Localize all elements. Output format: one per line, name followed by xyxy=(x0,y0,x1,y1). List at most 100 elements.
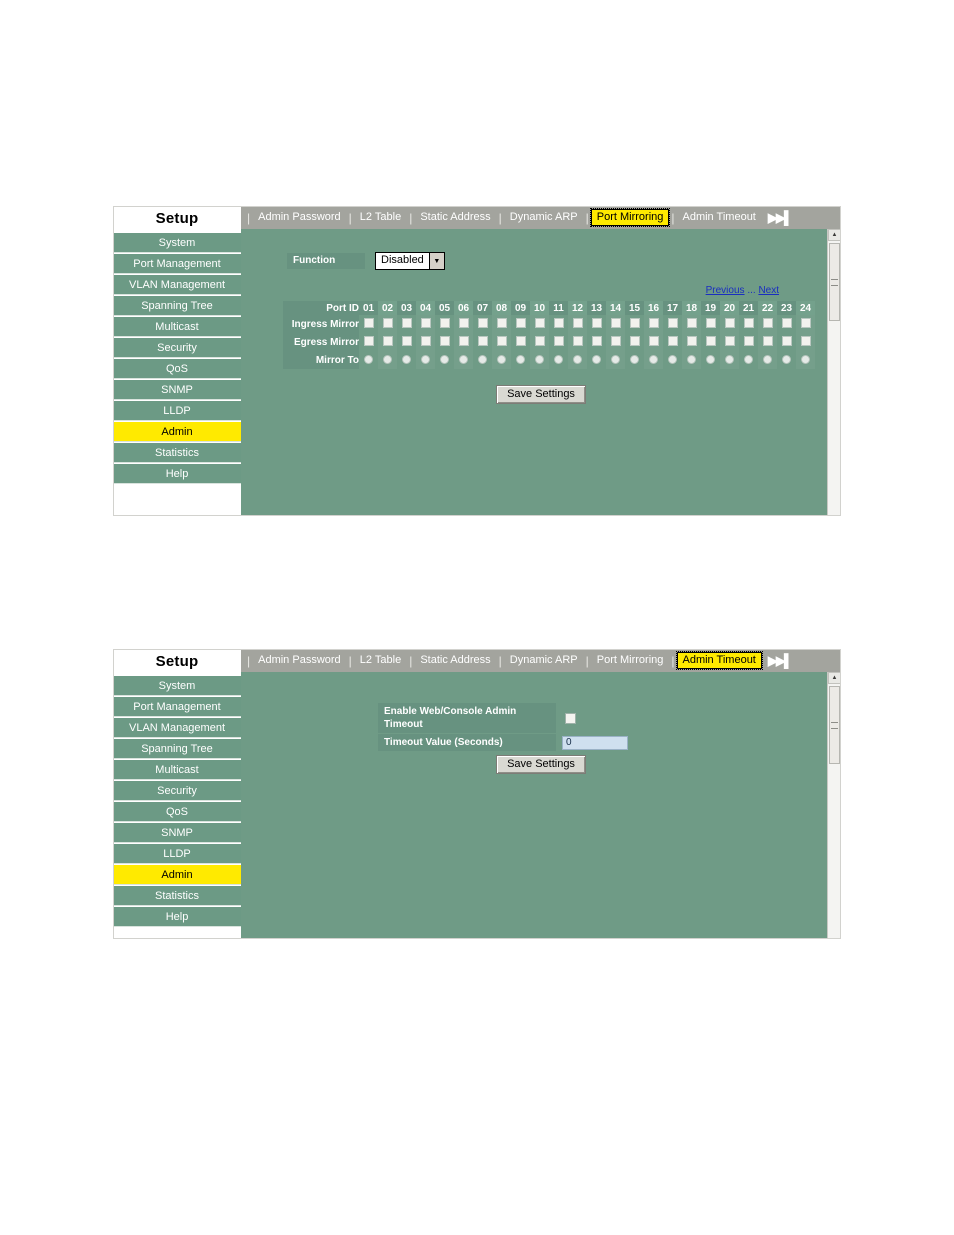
ingress-mirror-checkbox[interactable] xyxy=(439,318,450,328)
mirror-to-radio[interactable] xyxy=(611,355,620,364)
ingress-checkbox-cell[interactable] xyxy=(359,315,378,333)
timeout-value-input[interactable] xyxy=(562,735,628,750)
egress-mirror-checkbox[interactable] xyxy=(705,336,716,346)
egress-checkbox-cell[interactable] xyxy=(720,333,739,351)
egress-checkbox-cell[interactable] xyxy=(568,333,587,351)
mirror-to-radio[interactable] xyxy=(782,355,791,364)
ingress-mirror-checkbox[interactable] xyxy=(648,318,659,328)
ingress-checkbox-cell[interactable] xyxy=(549,315,568,333)
sidebar-item-help[interactable]: Help xyxy=(113,906,241,927)
ingress-mirror-checkbox[interactable] xyxy=(781,318,792,328)
skip-forward-icon[interactable]: ▶▶▌ xyxy=(762,210,793,226)
ingress-checkbox-cell[interactable] xyxy=(568,315,587,333)
egress-checkbox-cell[interactable] xyxy=(435,333,454,351)
sidebar-item-security[interactable]: Security xyxy=(113,780,241,801)
enable-timeout-control[interactable] xyxy=(556,712,576,724)
mirror-to-radio-cell[interactable] xyxy=(625,351,644,369)
ingress-mirror-checkbox[interactable] xyxy=(705,318,716,328)
ingress-checkbox-cell[interactable] xyxy=(606,315,625,333)
egress-mirror-checkbox[interactable] xyxy=(629,336,640,346)
sidebar-item-vlan-management[interactable]: VLAN Management xyxy=(113,274,241,295)
mirror-to-radio-cell[interactable] xyxy=(720,351,739,369)
sidebar-item-qos[interactable]: QoS xyxy=(113,801,241,822)
ingress-checkbox-cell[interactable] xyxy=(511,315,530,333)
mirror-to-radio-cell[interactable] xyxy=(454,351,473,369)
ingress-mirror-checkbox[interactable] xyxy=(382,318,393,328)
ingress-checkbox-cell[interactable] xyxy=(796,315,815,333)
ingress-mirror-checkbox[interactable] xyxy=(458,318,469,328)
egress-checkbox-cell[interactable] xyxy=(416,333,435,351)
mirror-to-radio-cell[interactable] xyxy=(682,351,701,369)
sidebar-item-vlan-management[interactable]: VLAN Management xyxy=(113,717,241,738)
sidebar-item-snmp[interactable]: SNMP xyxy=(113,379,241,400)
egress-mirror-checkbox[interactable] xyxy=(743,336,754,346)
mirror-to-radio-cell[interactable] xyxy=(492,351,511,369)
tab-l2-table[interactable]: L2 Table xyxy=(354,652,407,669)
egress-checkbox-cell[interactable] xyxy=(511,333,530,351)
egress-checkbox-cell[interactable] xyxy=(606,333,625,351)
egress-checkbox-cell[interactable] xyxy=(549,333,568,351)
egress-checkbox-cell[interactable] xyxy=(625,333,644,351)
vertical-scrollbar-p2[interactable]: ▲ xyxy=(827,672,841,939)
ingress-checkbox-cell[interactable] xyxy=(378,315,397,333)
ingress-checkbox-cell[interactable] xyxy=(777,315,796,333)
mirror-to-radio[interactable] xyxy=(459,355,468,364)
ingress-checkbox-cell[interactable] xyxy=(739,315,758,333)
mirror-to-radio-cell[interactable] xyxy=(739,351,758,369)
egress-mirror-checkbox[interactable] xyxy=(363,336,374,346)
ingress-checkbox-cell[interactable] xyxy=(701,315,720,333)
ingress-checkbox-cell[interactable] xyxy=(397,315,416,333)
scrollbar-thumb[interactable] xyxy=(829,243,840,321)
ingress-checkbox-cell[interactable] xyxy=(492,315,511,333)
ingress-mirror-checkbox[interactable] xyxy=(477,318,488,328)
sidebar-item-lldp[interactable]: LLDP xyxy=(113,843,241,864)
ingress-mirror-checkbox[interactable] xyxy=(743,318,754,328)
egress-checkbox-cell[interactable] xyxy=(378,333,397,351)
save-settings-button[interactable]: Save Settings xyxy=(496,385,586,404)
enable-timeout-checkbox[interactable] xyxy=(565,712,576,724)
egress-checkbox-cell[interactable] xyxy=(492,333,511,351)
ingress-checkbox-cell[interactable] xyxy=(720,315,739,333)
ingress-checkbox-cell[interactable] xyxy=(625,315,644,333)
egress-mirror-checkbox[interactable] xyxy=(534,336,545,346)
tab-admin-password[interactable]: Admin Password xyxy=(252,652,347,669)
egress-mirror-checkbox[interactable] xyxy=(420,336,431,346)
egress-mirror-checkbox[interactable] xyxy=(382,336,393,346)
mirror-to-radio-cell[interactable] xyxy=(549,351,568,369)
mirror-to-radio-cell[interactable] xyxy=(530,351,549,369)
sidebar-item-security[interactable]: Security xyxy=(113,337,241,358)
egress-mirror-checkbox[interactable] xyxy=(648,336,659,346)
egress-mirror-checkbox[interactable] xyxy=(496,336,507,346)
mirror-to-radio-cell[interactable] xyxy=(416,351,435,369)
mirror-to-radio-cell[interactable] xyxy=(378,351,397,369)
ingress-checkbox-cell[interactable] xyxy=(416,315,435,333)
egress-checkbox-cell[interactable] xyxy=(644,333,663,351)
sidebar-item-qos[interactable]: QoS xyxy=(113,358,241,379)
mirror-to-radio[interactable] xyxy=(592,355,601,364)
sidebar-item-system[interactable]: System xyxy=(113,675,241,696)
sidebar-item-statistics[interactable]: Statistics xyxy=(113,885,241,906)
egress-mirror-checkbox[interactable] xyxy=(439,336,450,346)
mirror-to-radio[interactable] xyxy=(535,355,544,364)
egress-mirror-checkbox[interactable] xyxy=(477,336,488,346)
mirror-to-radio-cell[interactable] xyxy=(796,351,815,369)
mirror-to-radio-cell[interactable] xyxy=(473,351,492,369)
ingress-mirror-checkbox[interactable] xyxy=(762,318,773,328)
mirror-to-radio-cell[interactable] xyxy=(777,351,796,369)
tab-static-address[interactable]: Static Address xyxy=(414,652,496,669)
mirror-to-radio[interactable] xyxy=(630,355,639,364)
ingress-mirror-checkbox[interactable] xyxy=(420,318,431,328)
tab-admin-password[interactable]: Admin Password xyxy=(252,209,347,226)
scroll-up-arrow-icon[interactable]: ▲ xyxy=(828,229,841,241)
egress-mirror-checkbox[interactable] xyxy=(591,336,602,346)
sidebar-item-spanning-tree[interactable]: Spanning Tree xyxy=(113,295,241,316)
egress-mirror-checkbox[interactable] xyxy=(401,336,412,346)
mirror-to-radio[interactable] xyxy=(725,355,734,364)
egress-mirror-checkbox[interactable] xyxy=(800,336,811,346)
mirror-to-radio[interactable] xyxy=(383,355,392,364)
mirror-to-radio[interactable] xyxy=(516,355,525,364)
ingress-mirror-checkbox[interactable] xyxy=(553,318,564,328)
next-link[interactable]: Next xyxy=(758,285,779,296)
mirror-to-radio[interactable] xyxy=(440,355,449,364)
ingress-mirror-checkbox[interactable] xyxy=(363,318,374,328)
